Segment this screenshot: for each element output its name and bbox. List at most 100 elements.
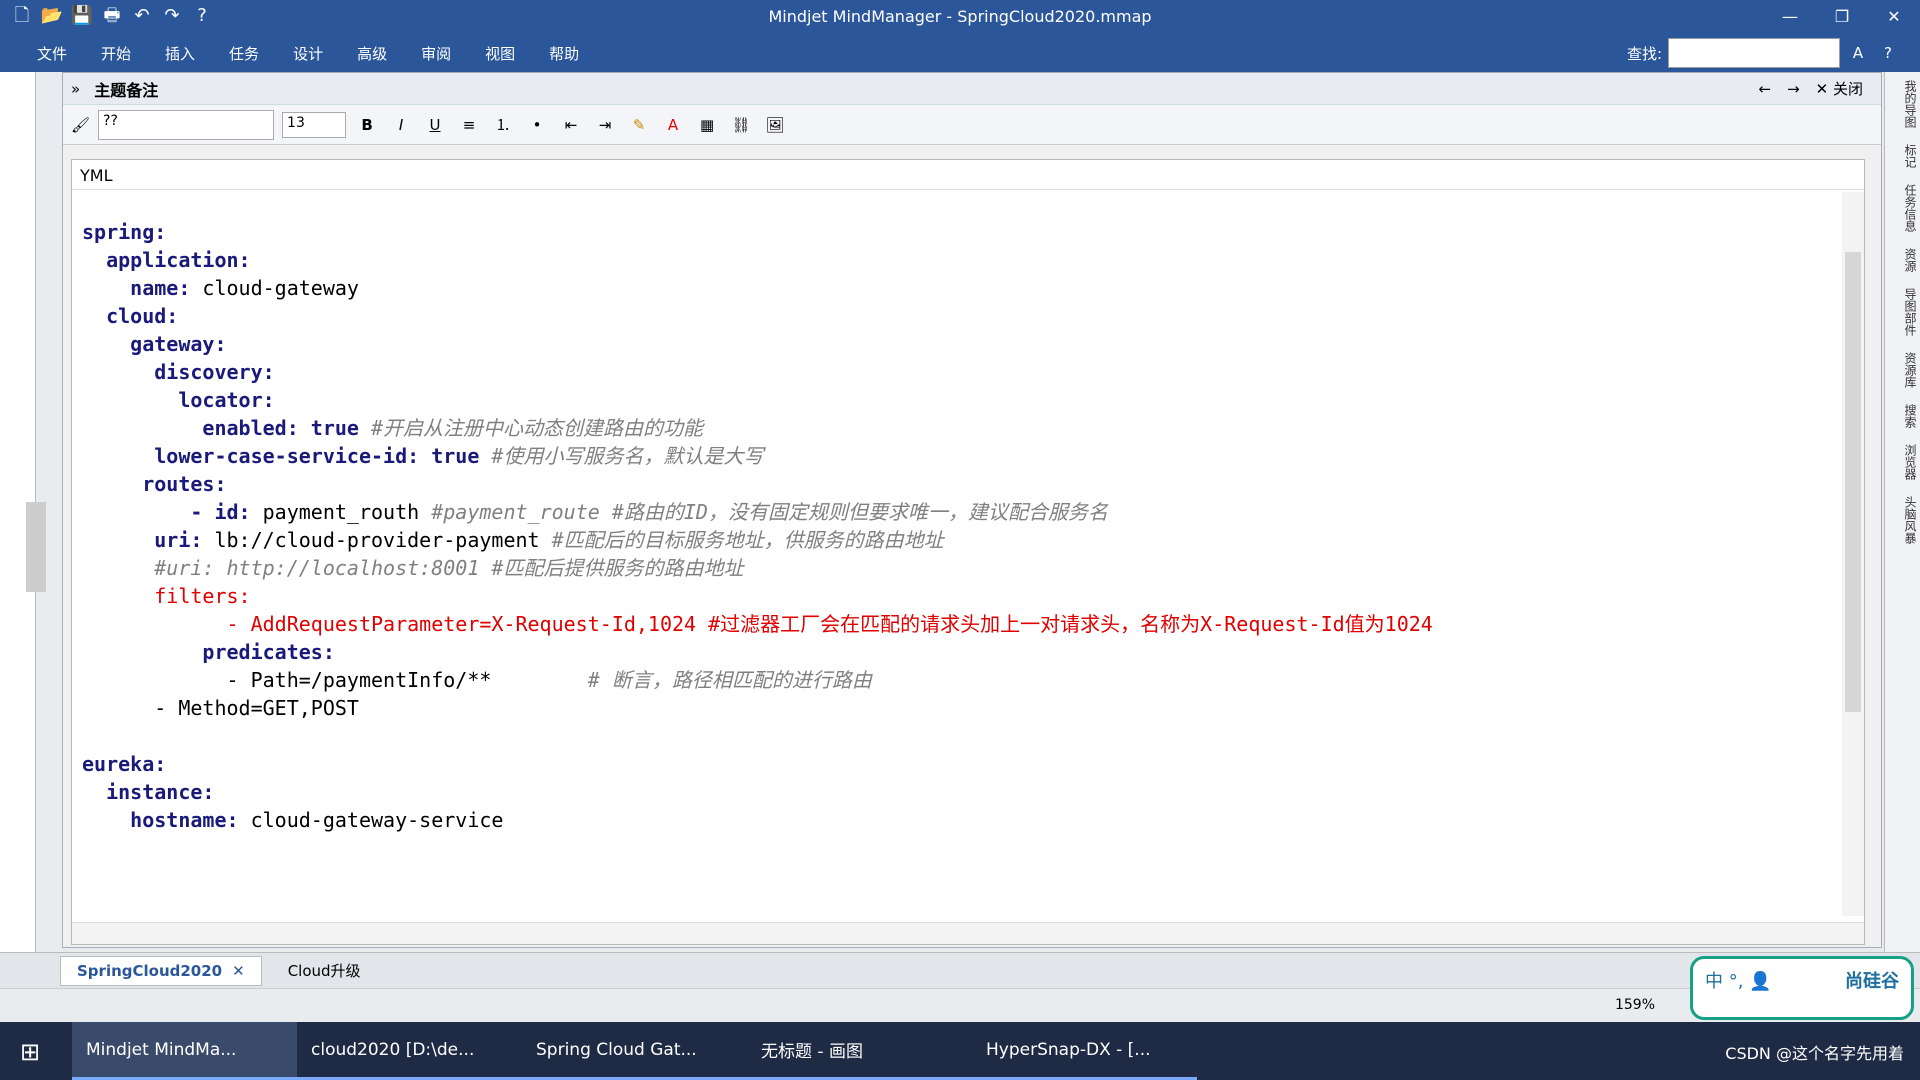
code-line: hostname: cloud-gateway-service [82,806,1864,834]
menu-item[interactable]: 帮助 [532,43,596,64]
minimize-button[interactable]: — [1764,0,1816,34]
code-key: uri: [82,528,215,552]
ime-text: 中 °, 👤 [1705,971,1772,992]
highlight-icon[interactable]: ✎ [626,116,652,134]
window-title: Mindjet MindManager - SpringCloud2020.mm… [768,7,1152,26]
menu-item[interactable]: 高级 [340,43,404,64]
ime-badge: 中 °, 👤 尚硅谷 [1690,956,1914,1020]
taskbar-item[interactable]: Mindjet MindMa... [72,1022,297,1080]
close-button[interactable]: ✕ [1868,0,1920,34]
menu-item[interactable]: 视图 [468,43,532,64]
code-comment: #匹配后的目标服务地址，供服务的路由地址 [551,528,944,552]
code-key: filters: [82,584,251,608]
sidebar-item[interactable]: 我的导图 [1885,72,1919,136]
code-key: name: [82,276,203,300]
code-value: Path=/paymentInfo/** [250,668,588,692]
menu-item[interactable]: 审阅 [404,43,468,64]
expand-icon[interactable]: » [71,80,80,98]
sidebar-item[interactable]: 标记 [1885,136,1919,176]
taskbar-item[interactable]: HyperSnap-DX - [... [972,1022,1197,1080]
code-line: - AddRequestParameter=X-Request-Id,1024 … [82,610,1864,638]
font-size-icon[interactable]: A [1846,44,1870,62]
menu-item[interactable]: 开始 [84,43,148,64]
code-line: gateway: [82,330,1864,358]
code-value: cloud-gateway [202,276,359,300]
search-input[interactable] [1668,38,1840,68]
code-line: #uri: http://localhost:8001 #匹配后提供服务的路由地… [82,554,1864,582]
indent-icon[interactable]: ⇥ [592,116,618,134]
menu-item[interactable]: 设计 [276,43,340,64]
code-line: enabled: true #开启从注册中心动态创建路由的功能 [82,414,1864,442]
code-line: - Path=/paymentInfo/** # 断言，路径相匹配的进行路由 [82,666,1864,694]
code-line: lower-case-service-id: true #使用小写服务名，默认是… [82,442,1864,470]
code-line: spring: [82,218,1864,246]
code-line: application: [82,246,1864,274]
align-icon[interactable]: ≡ [456,116,482,134]
menu-bar: 文件 开始 插入 任务 设计 高级 审阅 视图 帮助 查找: A ? [0,34,1920,72]
tab[interactable]: SpringCloud2020 ✕ [60,955,262,986]
code-key: - [82,668,251,692]
help-circle-icon[interactable]: ? [1876,44,1900,62]
font-select[interactable]: ?? [98,109,275,140]
code-line: predicates: [82,638,1864,666]
format-toolbar: 🖌 ?? 13 B I U ≡ ⒈ • ⇤ ⇥ ✎ A ▦ ⛓ 🖼 [63,105,1881,145]
code-key: enabled: true [82,416,371,440]
italic-button[interactable]: I [388,116,414,134]
left-scroll-strip[interactable] [0,72,46,952]
code-key: - AddRequestParameter=X-Request-Id,1024 … [82,612,1433,636]
taskbar-item[interactable]: 无标题 - 画图 [747,1022,972,1080]
image-icon[interactable]: 🖼 [762,116,788,134]
code-line: uri: lb://cloud-provider-payment #匹配后的目标… [82,526,1864,554]
horizontal-scrollbar[interactable] [72,922,1864,944]
format-label: YML [72,160,1864,190]
code-key: discovery: [82,360,275,384]
sidebar-item[interactable]: 搜索 [1885,396,1919,436]
sidebar-item[interactable]: 任务信息 [1885,176,1919,240]
tray-text: CSDN @这个名字先用着 [1725,1044,1904,1063]
sidebar-item[interactable]: 资源 [1885,240,1919,280]
sidebar-item[interactable]: 头脑风暴 [1885,488,1919,552]
underline-button[interactable]: U [422,116,448,134]
sidebar-item[interactable]: 浏览器 [1885,436,1919,488]
menu-item[interactable]: 任务 [212,43,276,64]
code-comment: #payment_route #路由的ID，没有固定规则但要求唯一，建议配合服务… [431,500,1108,524]
font-color-icon[interactable]: A [660,116,686,134]
menu-item[interactable]: 文件 [20,43,84,64]
code-line: routes: [82,470,1864,498]
back-arrow-icon[interactable]: ← [1758,80,1771,98]
taskbar-label: 无标题 - 画图 [761,1042,863,1062]
numbered-list-icon[interactable]: ⒈ [490,114,516,135]
taskbar-item[interactable]: Spring Cloud Gat... [522,1022,747,1080]
sidebar-item[interactable]: 导图部件 [1885,280,1919,344]
code-comment: #使用小写服务名，默认是大写 [491,444,764,468]
tab-close-icon[interactable]: ✕ [232,962,245,980]
code-block[interactable]: spring: application: name: cloud-gateway… [72,190,1864,834]
code-key: instance: [82,780,215,804]
code-key [82,556,154,580]
vertical-scrollbar[interactable] [1842,192,1864,916]
close-panel-button[interactable]: ✕ 关闭 [1816,78,1863,99]
code-line: eureka: [82,750,1864,778]
link-icon[interactable]: ⛓ [728,116,754,134]
search-label: 查找: [1626,44,1662,63]
restore-button[interactable]: ❐ [1816,0,1868,34]
taskbar-item[interactable]: cloud2020 [D:\de... [297,1022,522,1080]
sidebar-item[interactable]: 资源库 [1885,344,1919,396]
windows-start-icon[interactable]: ⊞ [20,1038,40,1066]
taskbar-label: HyperSnap-DX - [... [986,1039,1151,1060]
code-line: instance: [82,778,1864,806]
note-editor[interactable]: YML spring: application: name: cloud-gat… [71,159,1865,945]
scroll-thumb[interactable] [26,502,46,592]
bullet-list-icon[interactable]: • [524,116,550,134]
format-painter-icon[interactable]: 🖌 [71,116,90,134]
tab[interactable]: Cloud升级 [272,956,377,986]
code-key: spring: [82,220,167,244]
bold-button[interactable]: B [354,116,380,134]
table-icon[interactable]: ▦ [694,116,720,134]
font-size-select[interactable]: 13 [282,111,347,138]
outdent-icon[interactable]: ⇤ [558,116,584,134]
zoom-level[interactable]: 159% [1615,997,1655,1013]
forward-arrow-icon[interactable]: → [1787,80,1800,98]
menu-item[interactable]: 插入 [148,43,212,64]
code-line: locator: [82,386,1864,414]
